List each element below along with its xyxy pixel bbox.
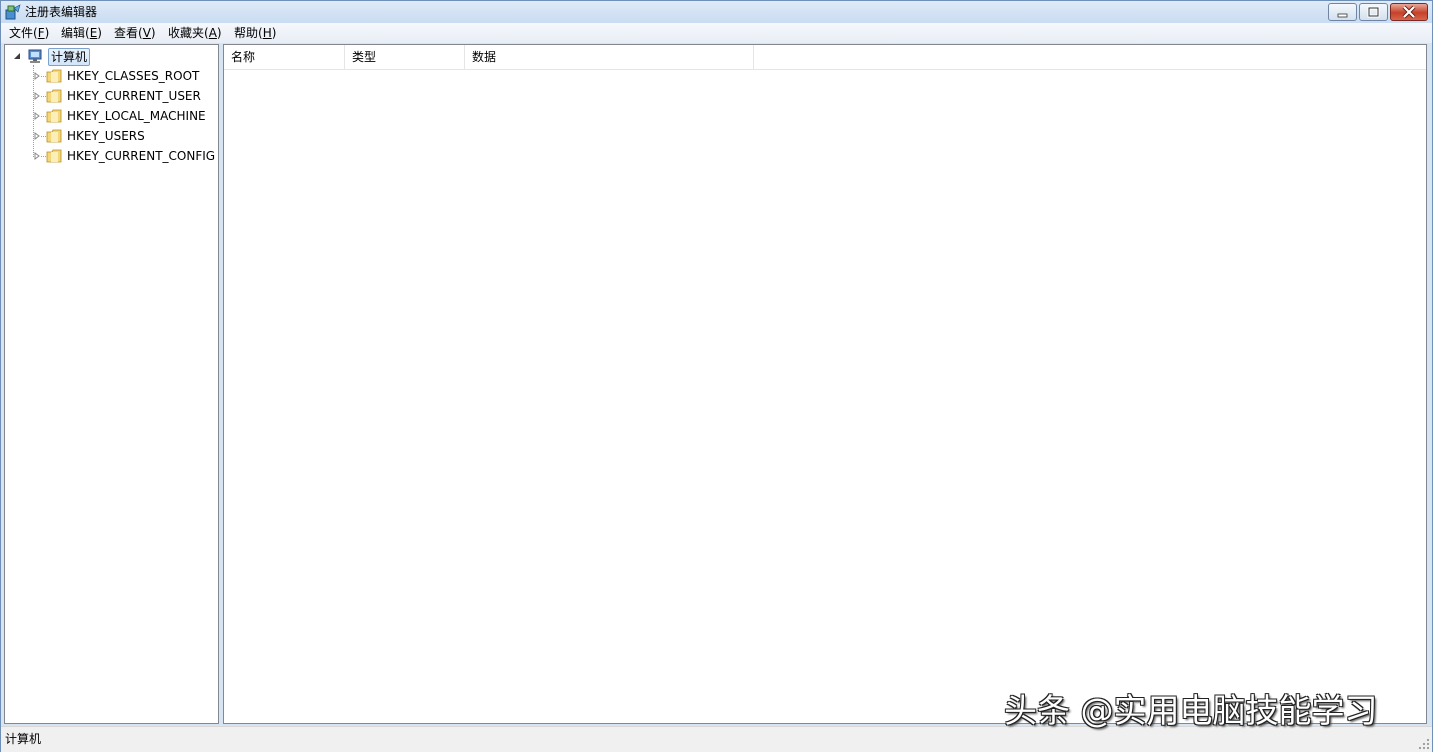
menu-file[interactable]: 文件(F) — [9, 26, 49, 41]
collapse-arrow-icon[interactable] — [13, 52, 21, 60]
tree-node-hkcc[interactable]: HKEY_CURRENT_CONFIG — [5, 147, 215, 165]
menu-favorites-accel: A — [208, 26, 217, 40]
tree-node-computer[interactable]: 计算机 — [5, 47, 215, 66]
expand-arrow-icon[interactable] — [33, 152, 41, 160]
resize-grip-icon[interactable] — [1418, 738, 1430, 750]
menu-help-label: 帮助 — [234, 26, 259, 40]
column-header-data[interactable]: 数据 — [465, 45, 754, 69]
window-title: 注册表编辑器 — [25, 5, 98, 19]
values-list-pane[interactable]: 名称 类型 数据 — [223, 44, 1427, 724]
menu-favorites-label: 收藏夹 — [168, 26, 205, 40]
restore-icon — [1367, 6, 1380, 18]
expand-arrow-icon[interactable] — [33, 92, 41, 100]
menu-view-accel: V — [142, 26, 151, 40]
list-header: 名称 类型 数据 — [224, 45, 1426, 70]
tree-key-label: HKEY_CLASSES_ROOT — [67, 69, 200, 83]
menu-edit-accel: E — [89, 26, 98, 40]
folder-icon — [46, 89, 62, 103]
tree-key-label: HKEY_USERS — [67, 129, 145, 143]
expand-arrow-icon[interactable] — [33, 112, 41, 120]
tree-node-hklm[interactable]: HKEY_LOCAL_MACHINE — [5, 107, 215, 125]
menu-view-label: 查看 — [114, 26, 139, 40]
registry-editor-window: 注册表编辑器 文件(F) 编辑(E) 查看(V) 收藏夹(A) 帮助(H) 计算… — [0, 0, 1433, 752]
restore-button[interactable] — [1359, 3, 1388, 21]
folder-icon — [46, 129, 62, 143]
close-button[interactable] — [1390, 3, 1428, 21]
close-icon — [1402, 5, 1416, 19]
menu-view[interactable]: 查看(V) — [114, 26, 156, 41]
tree-key-label: HKEY_LOCAL_MACHINE — [67, 109, 206, 123]
tree-node-hkcr[interactable]: HKEY_CLASSES_ROOT — [5, 67, 215, 85]
column-header-type[interactable]: 类型 — [345, 45, 465, 69]
menu-favorites[interactable]: 收藏夹(A) — [168, 26, 222, 41]
regedit-icon — [5, 4, 21, 20]
key-tree-pane[interactable]: 计算机 HKEY_CLASSES_ROOT HKEY_CURRENT_USER … — [4, 44, 219, 724]
title-bar[interactable]: 注册表编辑器 — [1, 1, 1432, 23]
menu-file-label: 文件 — [9, 26, 34, 40]
status-path: 计算机 — [5, 732, 42, 746]
menu-bar: 文件(F) 编辑(E) 查看(V) 收藏夹(A) 帮助(H) — [1, 23, 1432, 43]
minimize-icon — [1337, 13, 1348, 18]
expand-arrow-icon[interactable] — [33, 132, 41, 140]
column-header-name[interactable]: 名称 — [224, 45, 345, 69]
tree-node-hkcu[interactable]: HKEY_CURRENT_USER — [5, 87, 215, 105]
folder-icon — [46, 149, 62, 163]
tree-key-label: HKEY_CURRENT_USER — [67, 89, 201, 103]
tree-node-hku[interactable]: HKEY_USERS — [5, 127, 215, 145]
computer-icon — [28, 49, 42, 63]
tree-key-label: HKEY_CURRENT_CONFIG — [67, 149, 216, 163]
minimize-button[interactable] — [1328, 3, 1357, 21]
menu-file-accel: F — [37, 26, 45, 40]
menu-edit[interactable]: 编辑(E) — [61, 26, 102, 41]
folder-icon — [46, 109, 62, 123]
folder-icon — [46, 69, 62, 83]
tree-root-label: 计算机 — [48, 48, 91, 66]
watermark-text: 头条 @实用电脑技能学习 — [1004, 691, 1378, 730]
expand-arrow-icon[interactable] — [33, 72, 41, 80]
menu-edit-label: 编辑 — [61, 26, 86, 40]
menu-help-accel: H — [262, 26, 272, 40]
menu-help[interactable]: 帮助(H) — [234, 26, 276, 41]
